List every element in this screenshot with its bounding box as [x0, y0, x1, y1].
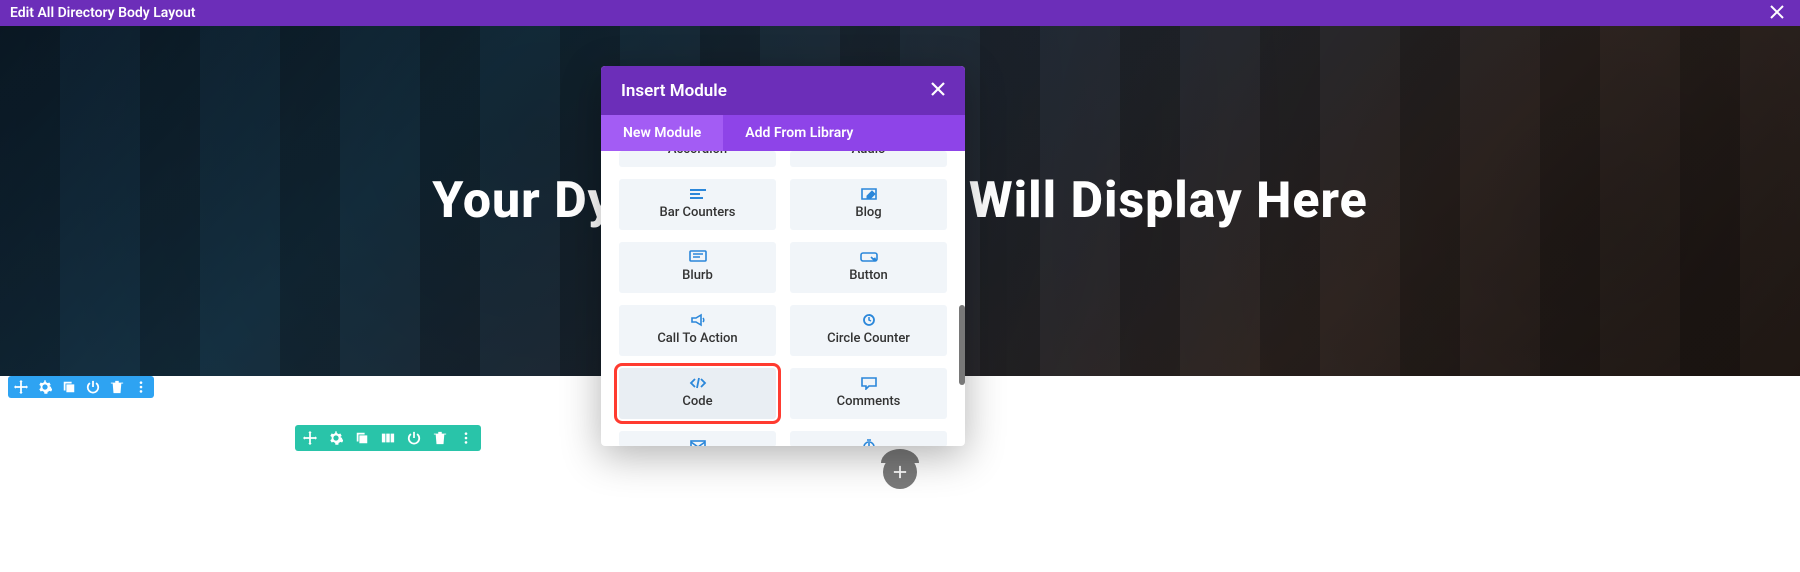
modal-header: Insert Module [601, 66, 965, 115]
trash-icon[interactable] [110, 380, 124, 394]
more-icon[interactable] [459, 431, 473, 445]
duplicate-icon[interactable] [355, 431, 369, 445]
insert-module-modal: Insert Module New Module Add From Librar… [601, 66, 965, 446]
button-icon [860, 250, 878, 264]
module-card-blurb[interactable]: Blurb [619, 242, 776, 293]
blog-icon [860, 187, 878, 201]
scrollbar-thumb[interactable] [959, 305, 965, 385]
module-label: Circle Counter [827, 331, 910, 346]
module-label: Accordion [668, 151, 727, 157]
tab-new-module[interactable]: New Module [601, 115, 723, 151]
tab-add-from-library[interactable]: Add From Library [723, 115, 875, 151]
module-label: Call To Action [657, 331, 737, 346]
comments-icon [860, 376, 878, 390]
duplicate-icon[interactable] [62, 380, 76, 394]
contact-form-icon [689, 439, 707, 446]
module-card-accordion[interactable]: Accordion [619, 151, 776, 167]
module-label: Comments [837, 394, 901, 409]
modal-tabs: New Module Add From Library [601, 115, 965, 151]
code-icon [689, 376, 707, 390]
add-section-button[interactable] [883, 455, 917, 489]
module-card-blog[interactable]: Blog [790, 179, 947, 230]
module-card-contact-form[interactable] [619, 431, 776, 446]
module-card-code[interactable]: Code [619, 368, 776, 419]
close-icon[interactable] [1764, 3, 1790, 24]
trash-icon[interactable] [433, 431, 447, 445]
close-icon[interactable] [931, 80, 945, 101]
module-label: Blurb [682, 268, 713, 283]
bar-counters-icon [689, 187, 707, 201]
row-toolbar [295, 425, 481, 451]
module-card-button[interactable]: Button [790, 242, 947, 293]
modal-title: Insert Module [621, 81, 727, 101]
gear-icon[interactable] [38, 380, 52, 394]
page-top-bar: Edit All Directory Body Layout [0, 0, 1800, 26]
power-icon[interactable] [407, 431, 421, 445]
module-label: Bar Counters [660, 205, 736, 220]
call-to-action-icon [689, 313, 707, 327]
blurb-icon [689, 250, 707, 264]
module-card-bar-counters[interactable]: Bar Counters [619, 179, 776, 230]
countdown-timer-icon [860, 439, 878, 446]
circle-counter-icon [860, 313, 878, 327]
module-card-circle-counter[interactable]: Circle Counter [790, 305, 947, 356]
module-label: Button [849, 268, 888, 283]
module-label: Audio [852, 151, 886, 157]
module-card-countdown-timer[interactable] [790, 431, 947, 446]
columns-icon[interactable] [381, 431, 395, 445]
move-icon[interactable] [14, 380, 28, 394]
section-toolbar [8, 376, 154, 398]
module-card-comments[interactable]: Comments [790, 368, 947, 419]
move-icon[interactable] [303, 431, 317, 445]
page-title: Edit All Directory Body Layout [10, 5, 196, 21]
gear-icon[interactable] [329, 431, 343, 445]
module-label: Code [682, 394, 712, 409]
modal-body: Accordion Audio Bar Counters Blog Blurb [601, 151, 965, 446]
module-label: Blog [855, 205, 881, 220]
power-icon[interactable] [86, 380, 100, 394]
module-card-audio[interactable]: Audio [790, 151, 947, 167]
module-card-call-to-action[interactable]: Call To Action [619, 305, 776, 356]
more-icon[interactable] [134, 380, 148, 394]
